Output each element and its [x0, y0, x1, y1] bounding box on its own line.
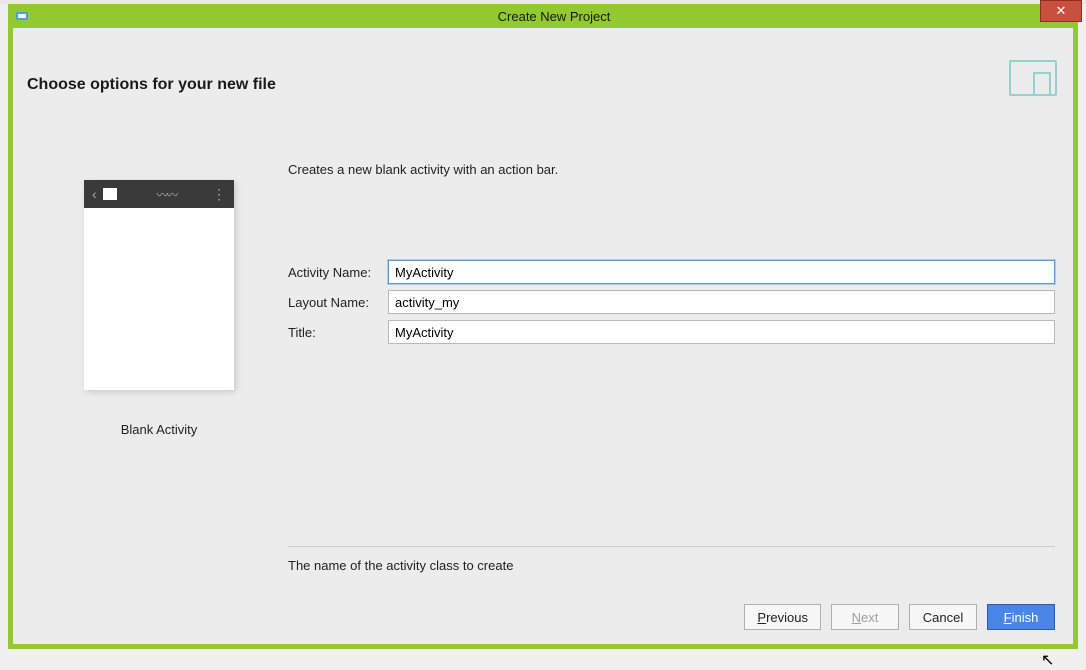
form: Activity Name: Layout Name: Title:	[288, 260, 1055, 350]
label-title: Title:	[288, 325, 388, 340]
phone-actionbar: ‹ 〰〰 ⋮	[84, 180, 234, 208]
close-button[interactable]: ✕	[1040, 0, 1082, 22]
input-title[interactable]	[388, 320, 1055, 344]
label-layout-name: Layout Name:	[288, 295, 388, 310]
phone-mock: ‹ 〰〰 ⋮	[84, 180, 234, 390]
zigzag-icon: 〰〰	[123, 186, 206, 203]
button-bar: Previous Next Cancel Finish	[744, 604, 1055, 630]
window-title: Create New Project	[30, 9, 1078, 24]
template-description: Creates a new blank activity with an act…	[288, 162, 558, 177]
close-icon: ✕	[1056, 3, 1067, 19]
page-heading: Choose options for your new file	[27, 76, 276, 94]
input-layout-name[interactable]	[388, 290, 1055, 314]
next-label-rest: ext	[861, 610, 878, 625]
back-icon: ‹	[92, 186, 97, 202]
previous-label-rest: revious	[766, 610, 808, 625]
finish-label-rest: inish	[1012, 610, 1039, 625]
create-project-dialog: Create New Project ✕ Choose options for …	[8, 4, 1078, 649]
overflow-icon: ⋮	[212, 186, 226, 203]
dialog-content: Choose options for your new file ‹ 〰〰 ⋮ …	[13, 28, 1073, 644]
template-icon	[1009, 60, 1057, 96]
row-layout-name: Layout Name:	[288, 290, 1055, 314]
hint-divider	[288, 546, 1055, 547]
input-activity-name[interactable]	[388, 260, 1055, 284]
row-title: Title:	[288, 320, 1055, 344]
finish-button[interactable]: Finish	[987, 604, 1055, 630]
label-activity-name: Activity Name:	[288, 265, 388, 280]
row-activity-name: Activity Name:	[288, 260, 1055, 284]
cancel-button[interactable]: Cancel	[909, 604, 977, 630]
titlebar: Create New Project ✕	[8, 4, 1078, 28]
mouse-cursor-icon: ↖	[1041, 650, 1054, 670]
template-preview: ‹ 〰〰 ⋮ Blank Activity	[83, 180, 235, 437]
app-logo-icon	[103, 188, 117, 200]
template-name: Blank Activity	[83, 422, 235, 437]
app-icon	[14, 8, 30, 24]
field-hint: The name of the activity class to create	[288, 558, 513, 573]
next-button: Next	[831, 604, 899, 630]
previous-button[interactable]: Previous	[744, 604, 821, 630]
